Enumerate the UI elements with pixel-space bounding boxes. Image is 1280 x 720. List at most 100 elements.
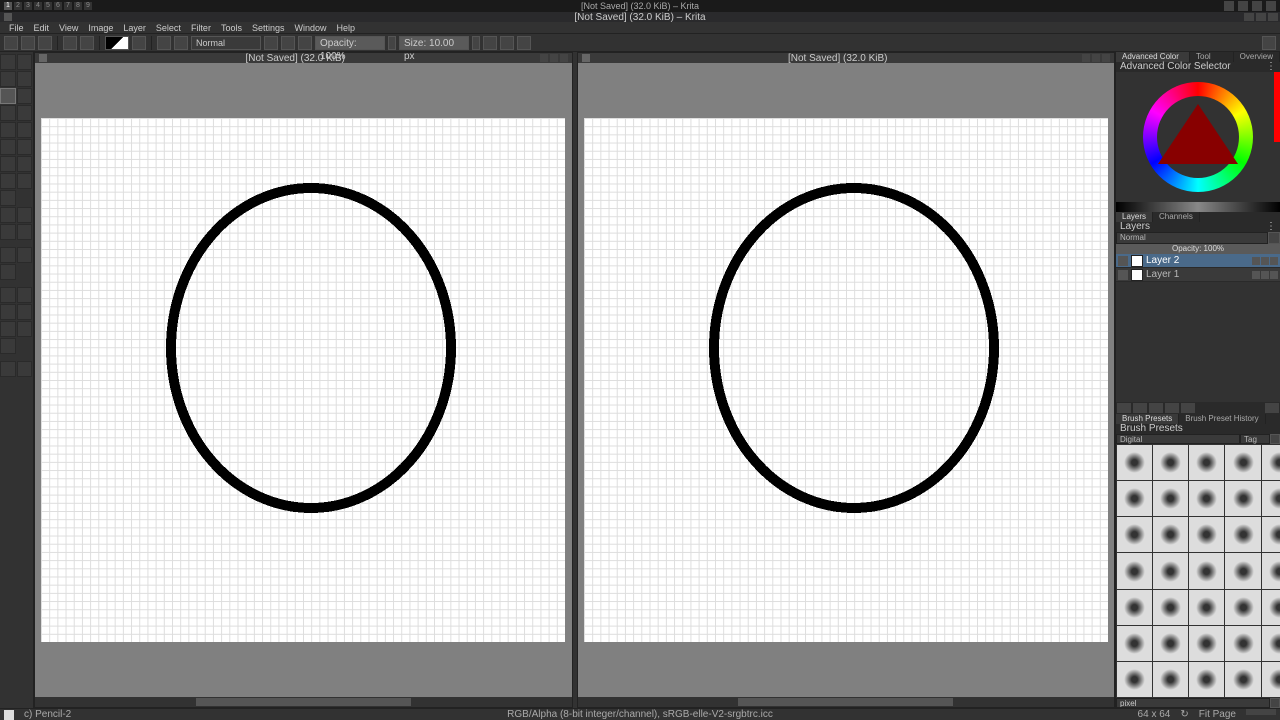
brush-preset[interactable] <box>1262 517 1280 552</box>
layer-prop-icon[interactable] <box>1270 257 1278 265</box>
pan-tool[interactable] <box>17 361 33 377</box>
menu-image[interactable]: Image <box>83 23 118 33</box>
pane-maximize-button[interactable] <box>1092 54 1100 62</box>
maximize-button[interactable] <box>1256 13 1266 21</box>
layer-opacity-slider[interactable]: Opacity: 100% <box>1116 244 1280 254</box>
tray-icon[interactable] <box>1252 1 1262 11</box>
pane-close-button[interactable] <box>560 54 568 62</box>
ellipse-select-tool[interactable] <box>17 287 33 303</box>
brush-preset[interactable] <box>1153 590 1188 625</box>
text-tool[interactable] <box>17 54 33 70</box>
brush-preset[interactable] <box>1189 553 1224 588</box>
size-stepper[interactable] <box>472 36 480 50</box>
menu-settings[interactable]: Settings <box>247 23 290 33</box>
document-tab[interactable]: [Not Saved] (32.0 KiB) <box>35 53 572 63</box>
blend-mode-select[interactable]: Normal <box>191 36 261 50</box>
brush-preset[interactable] <box>1262 626 1280 661</box>
recent-color-icon[interactable] <box>1274 72 1280 142</box>
line-tool[interactable] <box>17 88 33 104</box>
pane-minimize-button[interactable] <box>540 54 548 62</box>
fill-tool[interactable] <box>0 207 16 223</box>
transform-layer-tool[interactable] <box>17 173 33 189</box>
shade-selector[interactable] <box>1116 202 1280 212</box>
brush-preset[interactable] <box>1262 481 1280 516</box>
brush-preset[interactable] <box>1262 590 1280 625</box>
crop-tool[interactable] <box>0 190 16 206</box>
brush-preset[interactable] <box>1225 662 1260 697</box>
size-slider[interactable]: Size: 10.00 px <box>399 36 469 50</box>
dock-tab-channels[interactable]: Channels <box>1153 212 1200 222</box>
edit-shapes-tool[interactable] <box>0 71 16 87</box>
zoom-tool[interactable] <box>0 361 16 377</box>
bezier-tool[interactable] <box>0 139 16 155</box>
color-selector[interactable] <box>1116 72 1280 202</box>
pane-maximize-button[interactable] <box>550 54 558 62</box>
brush-preset[interactable] <box>1225 553 1260 588</box>
canvas-viewport[interactable] <box>578 63 1115 697</box>
move-down-button[interactable] <box>1149 403 1163 413</box>
duplicate-layer-button[interactable] <box>1133 403 1147 413</box>
document-tab[interactable]: [Not Saved] (32.0 KiB) <box>578 53 1115 63</box>
brush-preset[interactable] <box>1189 445 1224 480</box>
mirror-v-button[interactable] <box>500 36 514 50</box>
brush-preset[interactable] <box>1153 553 1188 588</box>
multibrush-tool[interactable] <box>17 156 33 172</box>
layer-filter-button[interactable] <box>1268 232 1280 244</box>
brush-preset[interactable] <box>1262 553 1280 588</box>
smart-patch-tool[interactable] <box>17 224 33 240</box>
brush-preset[interactable] <box>1189 626 1224 661</box>
brush-preset[interactable] <box>1225 626 1260 661</box>
brush-preset[interactable] <box>1153 481 1188 516</box>
rectangle-tool[interactable] <box>0 105 16 121</box>
brush-preset[interactable] <box>1262 662 1280 697</box>
color-picker-tool[interactable] <box>17 207 33 223</box>
brush-preset[interactable] <box>1225 445 1260 480</box>
horizontal-scrollbar[interactable] <box>35 697 572 707</box>
ellipse-tool[interactable] <box>17 105 33 121</box>
calligraphy-tool[interactable] <box>17 71 33 87</box>
brush-preset[interactable] <box>1117 445 1152 480</box>
redo-button[interactable] <box>80 36 94 50</box>
layer-row[interactable]: Layer 1 <box>1116 268 1280 282</box>
brush-preset[interactable] <box>1117 590 1152 625</box>
status-brush-thumbnail[interactable] <box>4 710 14 720</box>
polyline-tool[interactable] <box>17 122 33 138</box>
eraser-toggle[interactable] <box>264 36 278 50</box>
brush-preset[interactable] <box>1262 445 1280 480</box>
layer-prop-icon[interactable] <box>1270 271 1278 279</box>
dock-menu-icon[interactable]: ⋮ <box>1266 222 1276 232</box>
layer-prop-icon[interactable] <box>1261 271 1269 279</box>
menu-view[interactable]: View <box>54 23 83 33</box>
menu-edit[interactable]: Edit <box>29 23 55 33</box>
brush-preset[interactable] <box>1153 517 1188 552</box>
layer-prop-icon[interactable] <box>1261 257 1269 265</box>
brush-preset[interactable] <box>1117 626 1152 661</box>
mirror-h-button[interactable] <box>483 36 497 50</box>
workspace-button[interactable] <box>517 36 531 50</box>
brush-engine-select[interactable]: Digital <box>1116 434 1240 444</box>
brush-preset[interactable] <box>1225 481 1260 516</box>
freehand-select-tool[interactable] <box>0 304 16 320</box>
move-tool[interactable] <box>0 173 16 189</box>
alpha-lock-button[interactable] <box>281 36 295 50</box>
brush-preset[interactable] <box>1117 517 1152 552</box>
rect-select-tool[interactable] <box>0 287 16 303</box>
menu-tools[interactable]: Tools <box>216 23 247 33</box>
brush-settings-button[interactable] <box>174 36 188 50</box>
menu-file[interactable]: File <box>4 23 29 33</box>
workspace-switcher[interactable]: 123456789 <box>4 2 428 10</box>
menu-help[interactable]: Help <box>332 23 361 33</box>
brush-preset[interactable] <box>1117 553 1152 588</box>
menu-filter[interactable]: Filter <box>186 23 216 33</box>
status-rotate-button[interactable]: ↻ <box>1180 709 1188 720</box>
save-button[interactable] <box>38 36 52 50</box>
menu-layer[interactable]: Layer <box>118 23 151 33</box>
brush-preset[interactable] <box>1117 481 1152 516</box>
brush-search-options-button[interactable] <box>1270 698 1280 708</box>
measure-tool[interactable] <box>17 247 33 263</box>
add-layer-button[interactable] <box>1117 403 1131 413</box>
status-zoom[interactable]: Fit Page <box>1199 709 1236 720</box>
tray-icon[interactable] <box>1238 1 1248 11</box>
dock-menu-icon[interactable]: ⋮ <box>1266 62 1276 72</box>
pane-minimize-button[interactable] <box>1082 54 1090 62</box>
